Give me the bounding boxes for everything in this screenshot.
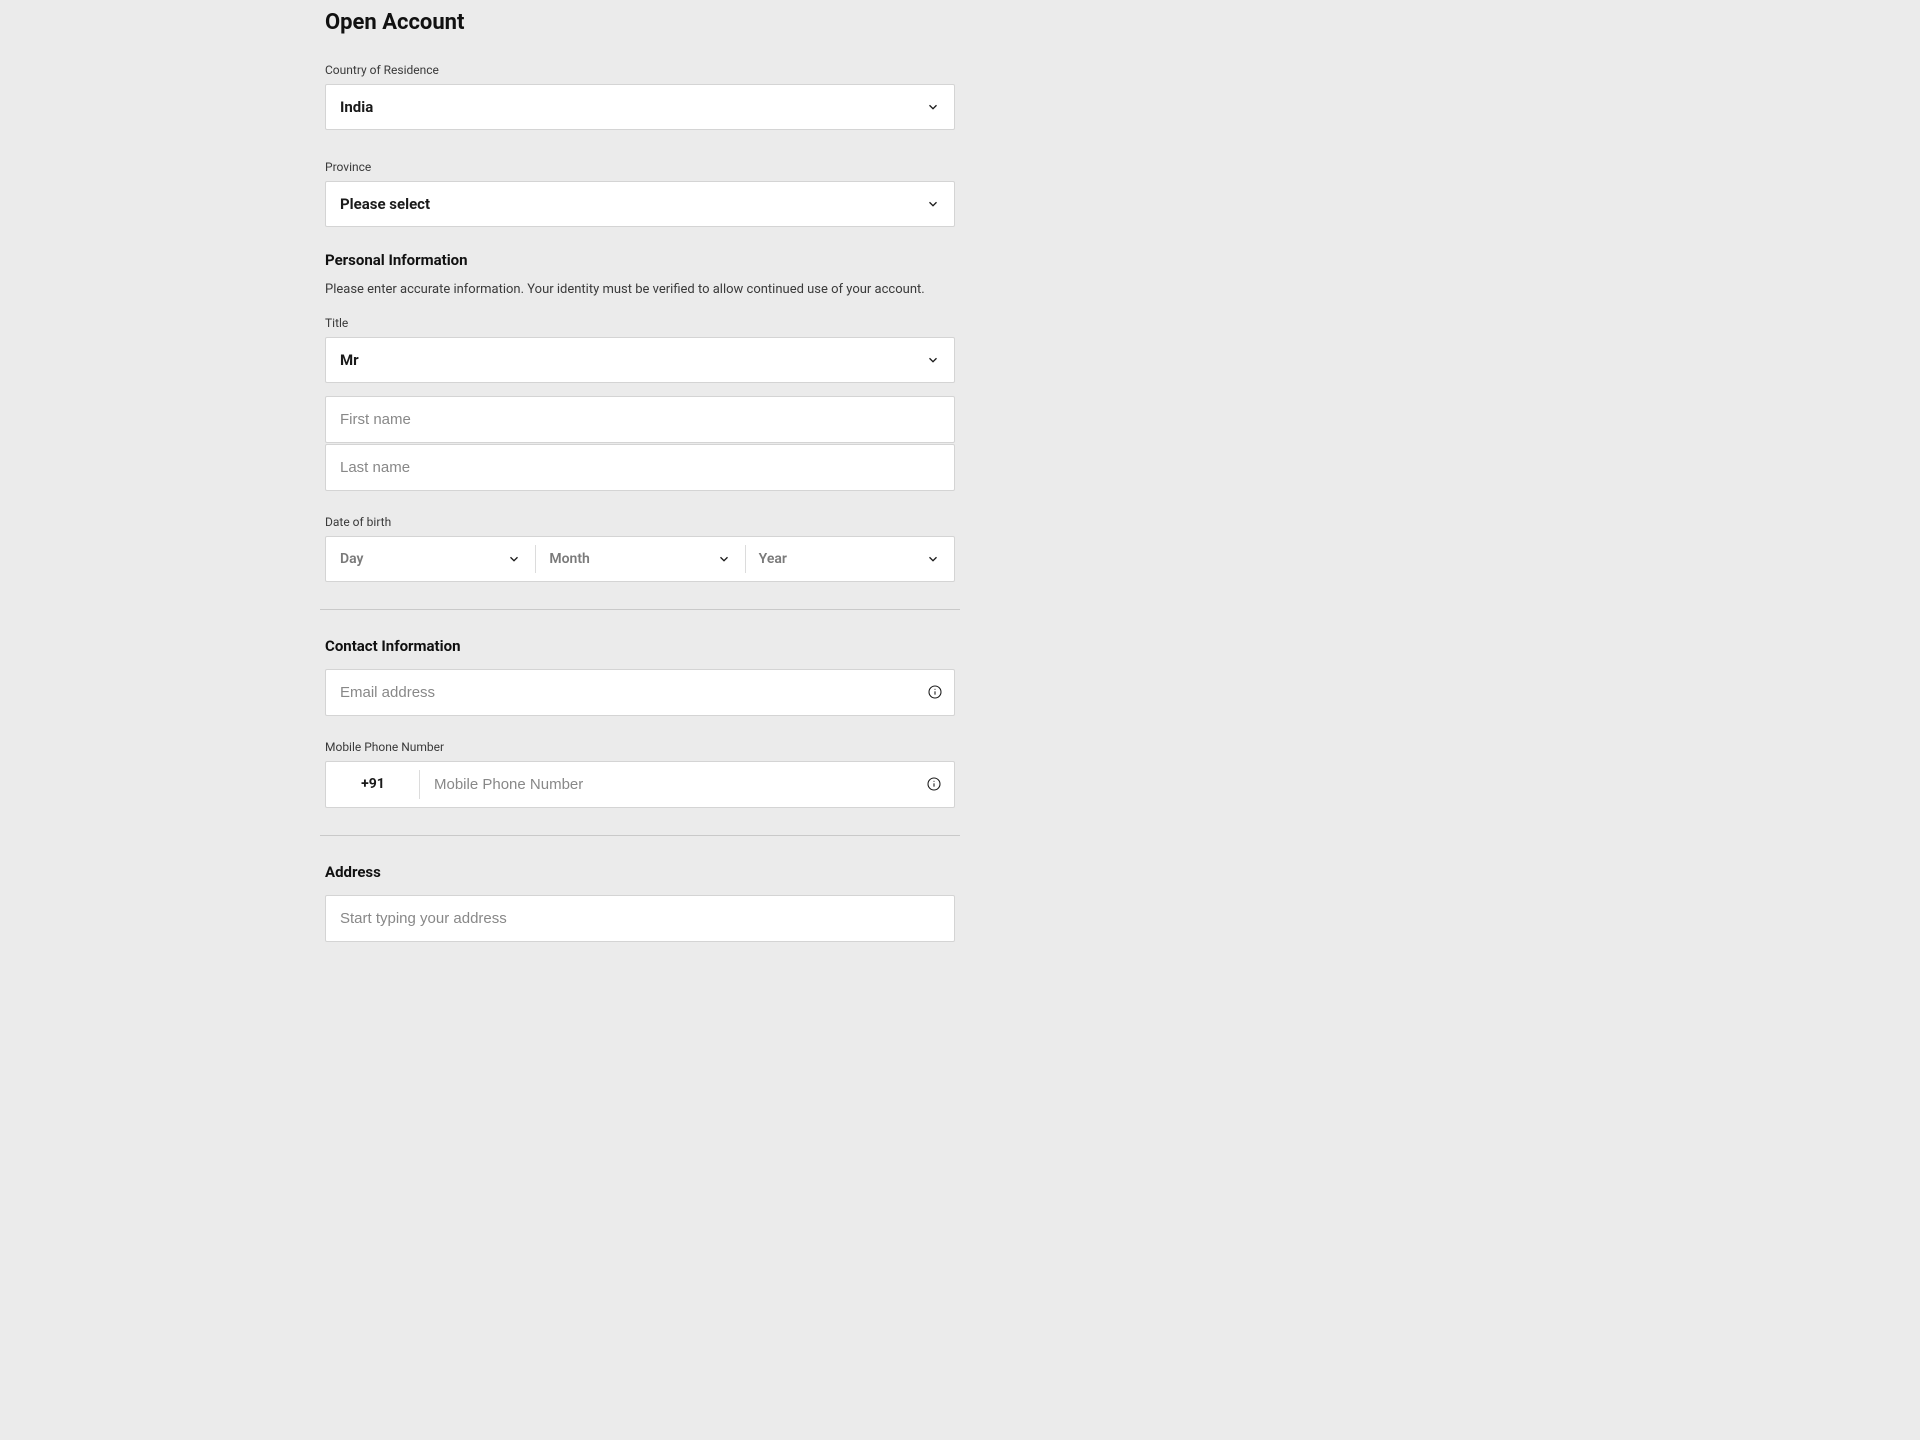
phone-input[interactable] <box>420 762 954 807</box>
province-select[interactable]: Please select <box>325 181 955 227</box>
title-select[interactable]: Mr <box>325 337 955 383</box>
chevron-down-icon <box>926 197 940 211</box>
province-value: Please select <box>340 195 430 213</box>
divider <box>320 609 960 610</box>
dob-month-select[interactable]: Month <box>535 537 744 581</box>
contact-info-heading: Contact Information <box>325 637 955 655</box>
info-icon[interactable] <box>927 684 943 700</box>
dob-day-value: Day <box>340 551 364 567</box>
country-select[interactable]: India <box>325 84 955 130</box>
first-name-input[interactable] <box>325 396 955 443</box>
page-title: Open Account <box>325 10 955 35</box>
dob-year-select[interactable]: Year <box>745 537 954 581</box>
email-input[interactable] <box>325 669 955 716</box>
phone-label: Mobile Phone Number <box>325 740 955 754</box>
phone-prefix: +91 <box>326 762 420 807</box>
dob-month-value: Month <box>549 551 590 567</box>
dob-label: Date of birth <box>325 515 955 529</box>
personal-info-heading: Personal Information <box>325 251 955 269</box>
divider <box>320 835 960 836</box>
chevron-down-icon <box>507 552 521 566</box>
last-name-input[interactable] <box>325 444 955 491</box>
info-icon[interactable] <box>926 776 942 792</box>
dob-year-value: Year <box>759 551 787 567</box>
address-search-input[interactable] <box>325 895 955 942</box>
chevron-down-icon <box>926 552 940 566</box>
country-label: Country of Residence <box>325 63 955 77</box>
province-label: Province <box>325 160 955 174</box>
chevron-down-icon <box>926 353 940 367</box>
country-value: India <box>340 98 373 116</box>
personal-info-description: Please enter accurate information. Your … <box>325 281 955 300</box>
address-heading: Address <box>325 863 955 881</box>
dob-day-select[interactable]: Day <box>326 537 535 581</box>
chevron-down-icon <box>926 100 940 114</box>
title-value: Mr <box>340 351 359 369</box>
title-label: Title <box>325 316 955 330</box>
chevron-down-icon <box>717 552 731 566</box>
